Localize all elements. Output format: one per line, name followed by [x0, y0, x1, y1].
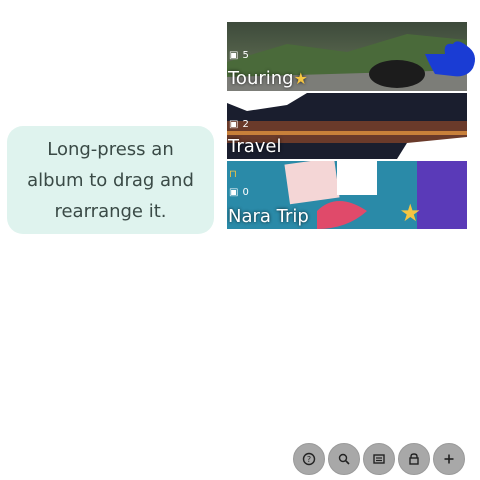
star-icon: ★ [399, 199, 421, 227]
lock-icon [409, 453, 419, 465]
album-title: Nara Trip [228, 206, 309, 227]
album-card-travel[interactable]: ▣ 2 Travel [227, 93, 467, 159]
star-icon: ★ [293, 69, 308, 88]
help-icon: ? [302, 452, 316, 466]
album-meta: ▣ 0 [229, 187, 249, 198]
photo-count: 2 [242, 119, 249, 130]
lock-icon: ⊓ [229, 169, 237, 180]
album-meta: ▣ 2 [229, 119, 249, 130]
help-button[interactable]: ? [293, 443, 325, 475]
album-meta: ▣ 5 [229, 50, 249, 61]
add-button[interactable] [433, 443, 465, 475]
search-icon [338, 453, 350, 465]
image-icon: ▣ [229, 187, 239, 198]
drag-hand-icon [425, 41, 475, 77]
bottom-toolbar: ? [293, 443, 465, 475]
layout-button[interactable] [363, 443, 395, 475]
photo-count: 0 [242, 187, 249, 198]
add-icon [444, 454, 454, 464]
album-title: Travel [228, 136, 282, 157]
image-icon: ▣ [229, 119, 239, 130]
lock-button[interactable] [398, 443, 430, 475]
album-title: Touring★ [228, 68, 308, 89]
hint-bubble: Long-press an album to drag and rearrang… [7, 126, 214, 234]
hint-text: Long-press an album to drag and rearrang… [27, 138, 194, 222]
layout-icon [373, 454, 385, 464]
search-button[interactable] [328, 443, 360, 475]
photo-count: 5 [242, 50, 249, 61]
album-card-nara-trip[interactable]: ⊓ ▣ 0 Nara Trip ★ [227, 161, 467, 229]
svg-text:?: ? [307, 455, 311, 464]
image-icon: ▣ [229, 50, 239, 61]
album-lock-row: ⊓ [229, 169, 237, 180]
